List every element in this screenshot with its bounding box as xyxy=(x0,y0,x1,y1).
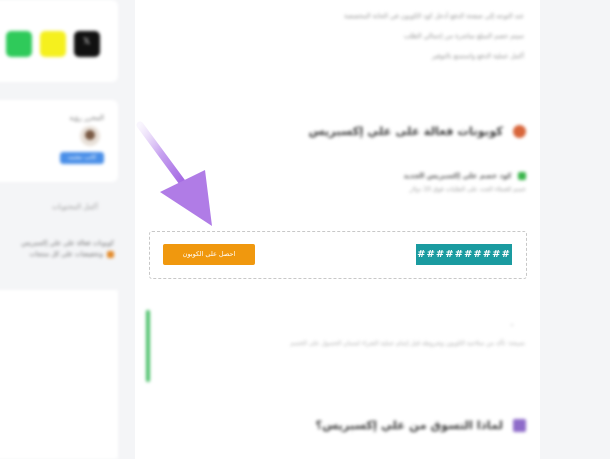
pointer-arrow-icon xyxy=(136,121,212,226)
